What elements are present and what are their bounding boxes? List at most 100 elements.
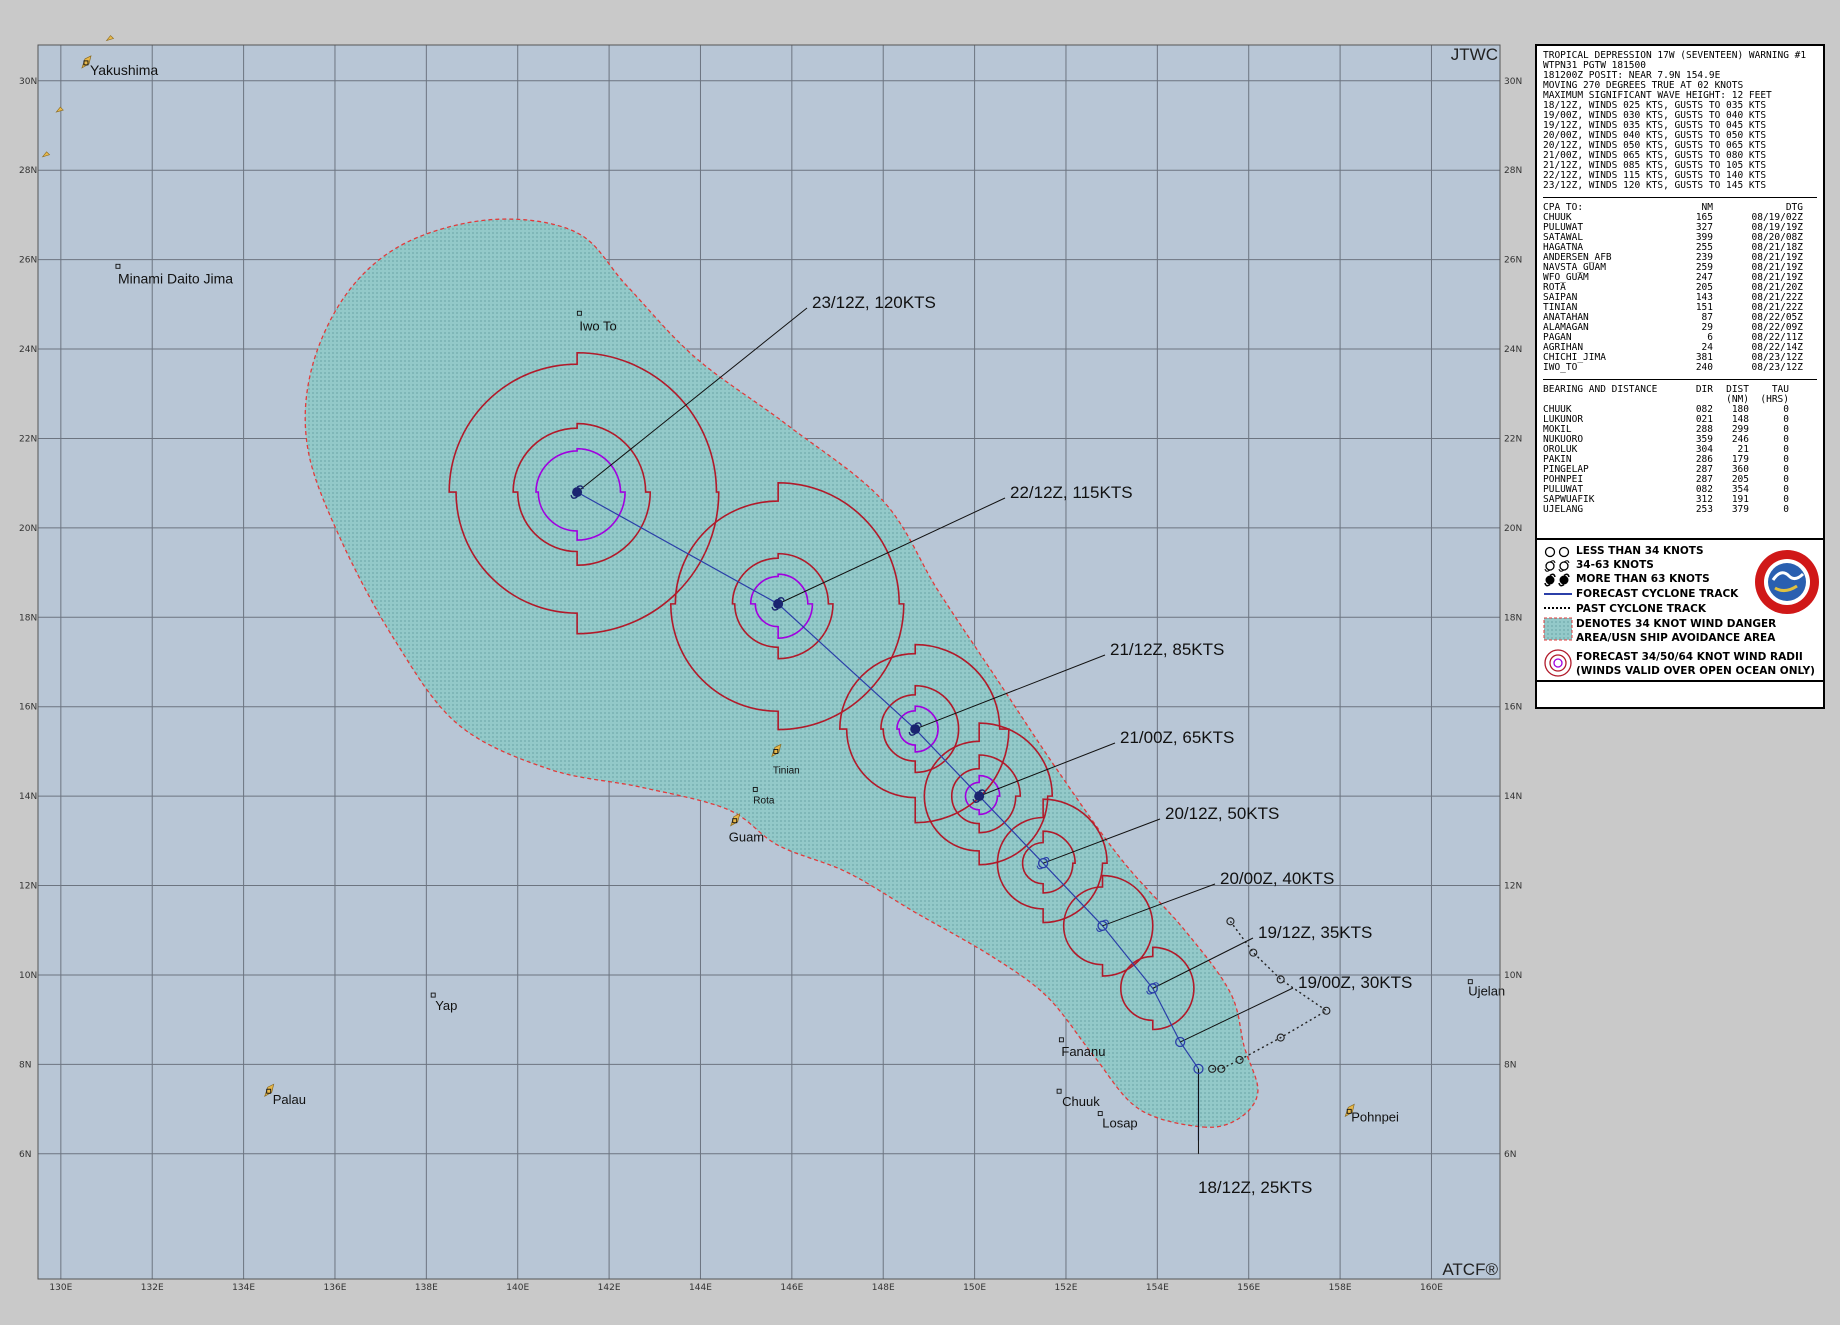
lon-label: 144E xyxy=(689,1283,712,1293)
lat-label-left: 8N xyxy=(19,1060,31,1070)
lon-label: 130E xyxy=(49,1283,72,1293)
lon-label: 160E xyxy=(1420,1283,1443,1293)
lat-label-right: 16N xyxy=(1504,703,1522,713)
cyclone-filled-icon xyxy=(1544,573,1570,587)
danger-area-icon xyxy=(1543,617,1573,641)
lat-label-left: 18N xyxy=(19,613,37,623)
lat-label-left: 30N xyxy=(19,77,37,87)
lat-label-left: 14N xyxy=(19,792,37,802)
place-label: Palau xyxy=(273,1092,306,1107)
circle-open-icon xyxy=(1544,546,1570,558)
bearing-row: UJELANG 253 379 0 xyxy=(1543,504,1789,515)
lat-label-right: 22N xyxy=(1504,434,1522,444)
bearing-units: (NM) (HRS) xyxy=(1726,394,1789,405)
place-label: Fananu xyxy=(1061,1044,1105,1059)
agency-label: JTWC xyxy=(1451,45,1498,64)
lat-label-left: 28N xyxy=(19,166,37,176)
lat-label-right: 8N xyxy=(1504,1060,1516,1070)
legend-34-63: 34-63 KNOTS xyxy=(1576,559,1654,571)
lon-label: 138E xyxy=(415,1283,438,1293)
lon-label: 132E xyxy=(141,1283,164,1293)
legend-avoidance-area: AREA/USN SHIP AVOIDANCE AREA xyxy=(1576,632,1776,644)
lat-label-right: 18N xyxy=(1504,613,1522,623)
lat-label-left: 16N xyxy=(19,703,37,713)
lon-label: 148E xyxy=(872,1283,895,1293)
lat-label-right: 6N xyxy=(1504,1150,1516,1160)
place-label: Chuuk xyxy=(1062,1094,1100,1109)
lon-label: 152E xyxy=(1055,1283,1078,1293)
lat-label-left: 22N xyxy=(19,434,37,444)
lat-label-right: 26N xyxy=(1504,256,1522,266)
place-label: Rota xyxy=(753,795,775,806)
legend-past-track: PAST CYCLONE TRACK xyxy=(1576,603,1706,615)
bearing-table: CHUUK 082 180 0 LUKUNOR 021 148 0 MOKIL 288 299 0 NU… xyxy=(1543,405,1817,515)
bearing-row: NUKUORO 359 246 0 xyxy=(1543,434,1789,445)
lat-label-left: 6N xyxy=(19,1150,31,1160)
legend-less-than-34: LESS THAN 34 KNOTS xyxy=(1576,545,1704,557)
legend-more-than-63: MORE THAN 63 KNOTS xyxy=(1576,573,1710,585)
forecast-label: 18/12Z, 25KTS xyxy=(1198,1178,1312,1197)
cpa-row: IWO_TO 240 08/23/12Z xyxy=(1543,362,1803,373)
wind-radii-icon xyxy=(1544,649,1572,677)
warning-text: TROPICAL DEPRESSION 17W (SEVENTEEN) WARN… xyxy=(1543,51,1817,191)
lon-label: 158E xyxy=(1329,1283,1352,1293)
forecast-label: 20/12Z, 50KTS xyxy=(1165,804,1279,823)
legend-danger-area: DENOTES 34 KNOT WIND DANGER xyxy=(1576,618,1777,630)
lat-label-right: 28N xyxy=(1504,166,1522,176)
lat-label-right: 12N xyxy=(1504,882,1522,892)
forecast-label: 19/00Z, 30KTS xyxy=(1298,973,1412,992)
lat-label-right: 30N xyxy=(1504,77,1522,87)
legend-wind-radii: FORECAST 34/50/64 KNOT WIND RADII xyxy=(1576,651,1803,663)
lat-label-right: 24N xyxy=(1504,345,1522,355)
past-track-icon xyxy=(1544,607,1572,609)
forecast-label: 20/00Z, 40KTS xyxy=(1220,869,1334,888)
bearing-row: OROLUK 304 21 0 xyxy=(1543,444,1789,455)
lon-label: 142E xyxy=(598,1283,621,1293)
bearing-row: SAPWUAFIK 312 191 0 xyxy=(1543,494,1789,505)
atcf-label: ATCF® xyxy=(1442,1260,1498,1279)
cpa-table: CHUUK 165 08/19/02Z PULUWAT 327 08/19/19Z SATA… xyxy=(1543,213,1817,373)
lat-label-left: 12N xyxy=(19,882,37,892)
legend-forecast-track: FORECAST CYCLONE TRACK xyxy=(1576,588,1739,600)
forecast-label: 21/00Z, 65KTS xyxy=(1120,728,1234,747)
place-label: Iwo To xyxy=(579,318,616,333)
divider xyxy=(1543,197,1817,198)
lon-label: 136E xyxy=(324,1283,347,1293)
lon-label: 156E xyxy=(1237,1283,1260,1293)
legend-panel: LESS THAN 34 KNOTS 34-63 KNOTS MORE THAN… xyxy=(1535,538,1825,682)
lon-label: 140E xyxy=(506,1283,529,1293)
position-marker-above-63kt xyxy=(910,724,921,735)
place-label: Minami Daito Jima xyxy=(118,270,233,286)
position-marker-above-63kt xyxy=(773,598,784,609)
bearing-row: PINGELAP 287 360 0 xyxy=(1543,464,1789,475)
position-marker-above-63kt xyxy=(974,791,985,802)
lat-label-left: 24N xyxy=(19,345,37,355)
forecast-label: 19/12Z, 35KTS xyxy=(1258,923,1372,942)
forecast-label: 21/12Z, 85KTS xyxy=(1110,640,1224,659)
lat-label-left: 20N xyxy=(19,524,37,534)
lat-label-left: 10N xyxy=(19,971,37,981)
bearing-row: LUKUNOR 021 148 0 xyxy=(1543,414,1789,425)
forecast-track-icon xyxy=(1544,593,1572,595)
lat-label-right: 14N xyxy=(1504,792,1522,802)
lat-label-right: 20N xyxy=(1504,524,1522,534)
island-shape xyxy=(105,35,115,42)
bearing-row: MOKIL 288 299 0 xyxy=(1543,424,1789,435)
legend-open-ocean: (WINDS VALID OVER OPEN OCEAN ONLY) xyxy=(1576,665,1815,677)
bearing-row: POHNPEI 287 205 0 xyxy=(1543,474,1789,485)
lon-label: 134E xyxy=(232,1283,255,1293)
divider xyxy=(1543,379,1817,380)
lon-label: 150E xyxy=(963,1283,986,1293)
place-label: Pohnpei xyxy=(1351,1109,1399,1124)
position-marker-above-63kt xyxy=(572,487,583,498)
warning-line: 23/12Z, WINDS 120 KTS, GUSTS TO 145 KTS xyxy=(1543,180,1767,191)
seal-icon xyxy=(1755,550,1819,614)
forecast-label: 23/12Z, 120KTS xyxy=(812,293,936,312)
place-label: Guam xyxy=(729,830,764,845)
place-label: Yap xyxy=(435,998,457,1013)
lon-label: 146E xyxy=(780,1283,803,1293)
place-label: Tinian xyxy=(773,765,800,776)
forecast-label: 22/12Z, 115KTS xyxy=(1010,483,1133,502)
place-label: Yakushima xyxy=(90,62,158,78)
bearing-row: CHUUK 082 180 0 xyxy=(1543,404,1789,415)
